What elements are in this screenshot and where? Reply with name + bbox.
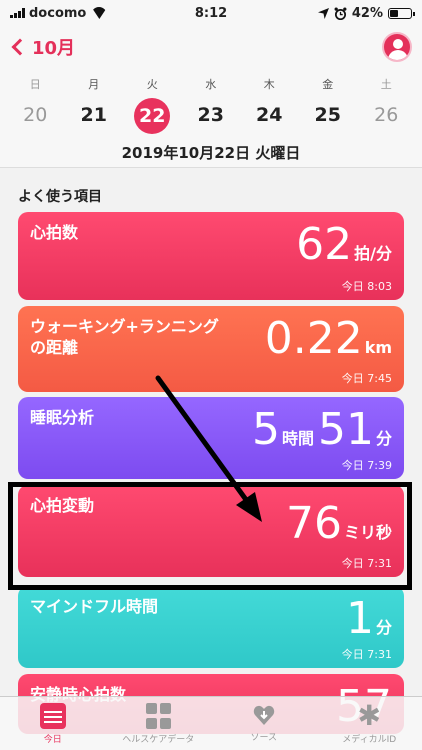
weekday-labels: 日 月 火 水 木 金 土 (6, 76, 416, 92)
wifi-icon (91, 7, 107, 19)
value-unit: 拍/分 (354, 244, 392, 263)
mindful-minutes-card[interactable]: マインドフル時間 1 分 今日 7:31 (18, 586, 404, 668)
weekday-label: 火 (146, 78, 158, 91)
card-timestamp: 今日 7:39 (341, 459, 392, 472)
day-number: 25 (314, 104, 341, 126)
value-number: 1 (345, 593, 374, 644)
weekday-label: 日 (29, 78, 41, 91)
status-right: 42% (317, 5, 415, 21)
week-selector: 日 月 火 水 木 金 土 20 21 22 23 24 25 26 2019年… (0, 68, 422, 168)
carrier-name: docomo (29, 5, 87, 21)
back-button[interactable]: 10月 (10, 34, 75, 60)
card-title: 睡眠分析 (30, 408, 95, 427)
status-bar: docomo 8:12 42% (0, 0, 422, 26)
card-value: 1 分 (346, 594, 392, 644)
card-title-line: ウォーキング+ランニング (30, 317, 219, 336)
week-days: 20 21 22 23 24 25 26 (6, 98, 416, 134)
day-button[interactable]: 26 (357, 98, 416, 132)
section-title: よく使う項目 (18, 189, 102, 205)
alarm-icon (334, 7, 347, 20)
tab-sources[interactable]: ソース (211, 697, 317, 750)
tab-medical-id[interactable]: ✱ メディカルID (317, 697, 422, 750)
day-number: 24 (256, 104, 283, 126)
battery-icon (388, 7, 415, 19)
tab-today[interactable]: 今日 (0, 697, 106, 750)
date-title: 2019年10月22日 火曜日 (121, 144, 301, 162)
card-title: マインドフル時間 (30, 597, 159, 616)
day-number: 26 (374, 104, 399, 126)
card-timestamp: 今日 7:45 (341, 372, 392, 385)
card-value: 62 拍/分 (296, 220, 392, 270)
weekday-label: 土 (380, 78, 392, 91)
back-label: 10月 (32, 38, 76, 59)
value-unit: km (364, 338, 392, 357)
tab-label: ヘルスケアデータ (122, 735, 195, 745)
card-timestamp: 今日 7:31 (341, 648, 392, 661)
day-button[interactable]: 20 (6, 98, 65, 132)
day-number: 20 (23, 104, 48, 126)
day-number: 23 (197, 104, 224, 126)
asterisk-icon: ✱ (357, 699, 381, 732)
battery-fill (390, 9, 399, 17)
signal-icon (10, 8, 25, 18)
highlight-box (8, 482, 412, 590)
tab-label: メディカルID (342, 735, 397, 745)
tab-health-data[interactable]: ヘルスケアデータ (106, 697, 212, 750)
value-unit: 分 (375, 618, 392, 637)
weekday-label: 木 (263, 78, 275, 91)
battery-percent: 42% (351, 5, 383, 21)
card-title: 心拍数 (30, 223, 79, 242)
tab-label: ソース (250, 733, 278, 743)
grid-icon (145, 703, 171, 729)
unit-hours: 時間 (281, 429, 314, 448)
card-title-line: の距離 (30, 338, 79, 357)
sleep-analysis-card[interactable]: 睡眠分析 5 時間 51 分 今日 7:39 (18, 397, 404, 479)
unit-minutes: 分 (375, 429, 392, 448)
nav-bar: 10月 (0, 26, 422, 68)
day-button[interactable]: 23 (182, 98, 241, 132)
location-icon (317, 7, 329, 19)
card-value: 5 時間 51 分 (252, 405, 392, 455)
value-number: 62 (296, 219, 353, 270)
heart-download-icon (253, 705, 274, 725)
weekday-label: 金 (322, 78, 334, 91)
chevron-left-icon (11, 38, 29, 56)
heart-rate-card[interactable]: 心拍数 62 拍/分 今日 8:03 (18, 212, 404, 300)
day-number: 21 (80, 104, 107, 126)
weekday-label: 水 (205, 78, 217, 91)
day-button[interactable]: 25 (299, 98, 358, 132)
tab-label: 今日 (43, 735, 62, 745)
profile-icon[interactable] (382, 32, 412, 62)
day-button[interactable]: 24 (240, 98, 299, 132)
walking-distance-card[interactable]: ウォーキング+ランニング の距離 0.22 km 今日 7:45 (18, 306, 404, 392)
day-number: 22 (134, 98, 171, 134)
status-time: 8:12 (194, 5, 228, 21)
value-number: 0.22 (264, 313, 363, 364)
day-button[interactable]: 21 (65, 98, 124, 132)
today-icon (39, 703, 66, 729)
day-button-selected[interactable]: 22 (123, 98, 182, 134)
card-timestamp: 今日 8:03 (341, 280, 392, 293)
card-title: ウォーキング+ランニング の距離 (30, 316, 219, 358)
value-hours: 5 (251, 404, 280, 455)
tab-bar: 今日 ヘルスケアデータ ソース ✱ メディカルID (0, 696, 422, 750)
value-minutes: 51 (317, 404, 374, 455)
weekday-label: 月 (88, 78, 100, 91)
card-value: 0.22 km (265, 314, 392, 364)
